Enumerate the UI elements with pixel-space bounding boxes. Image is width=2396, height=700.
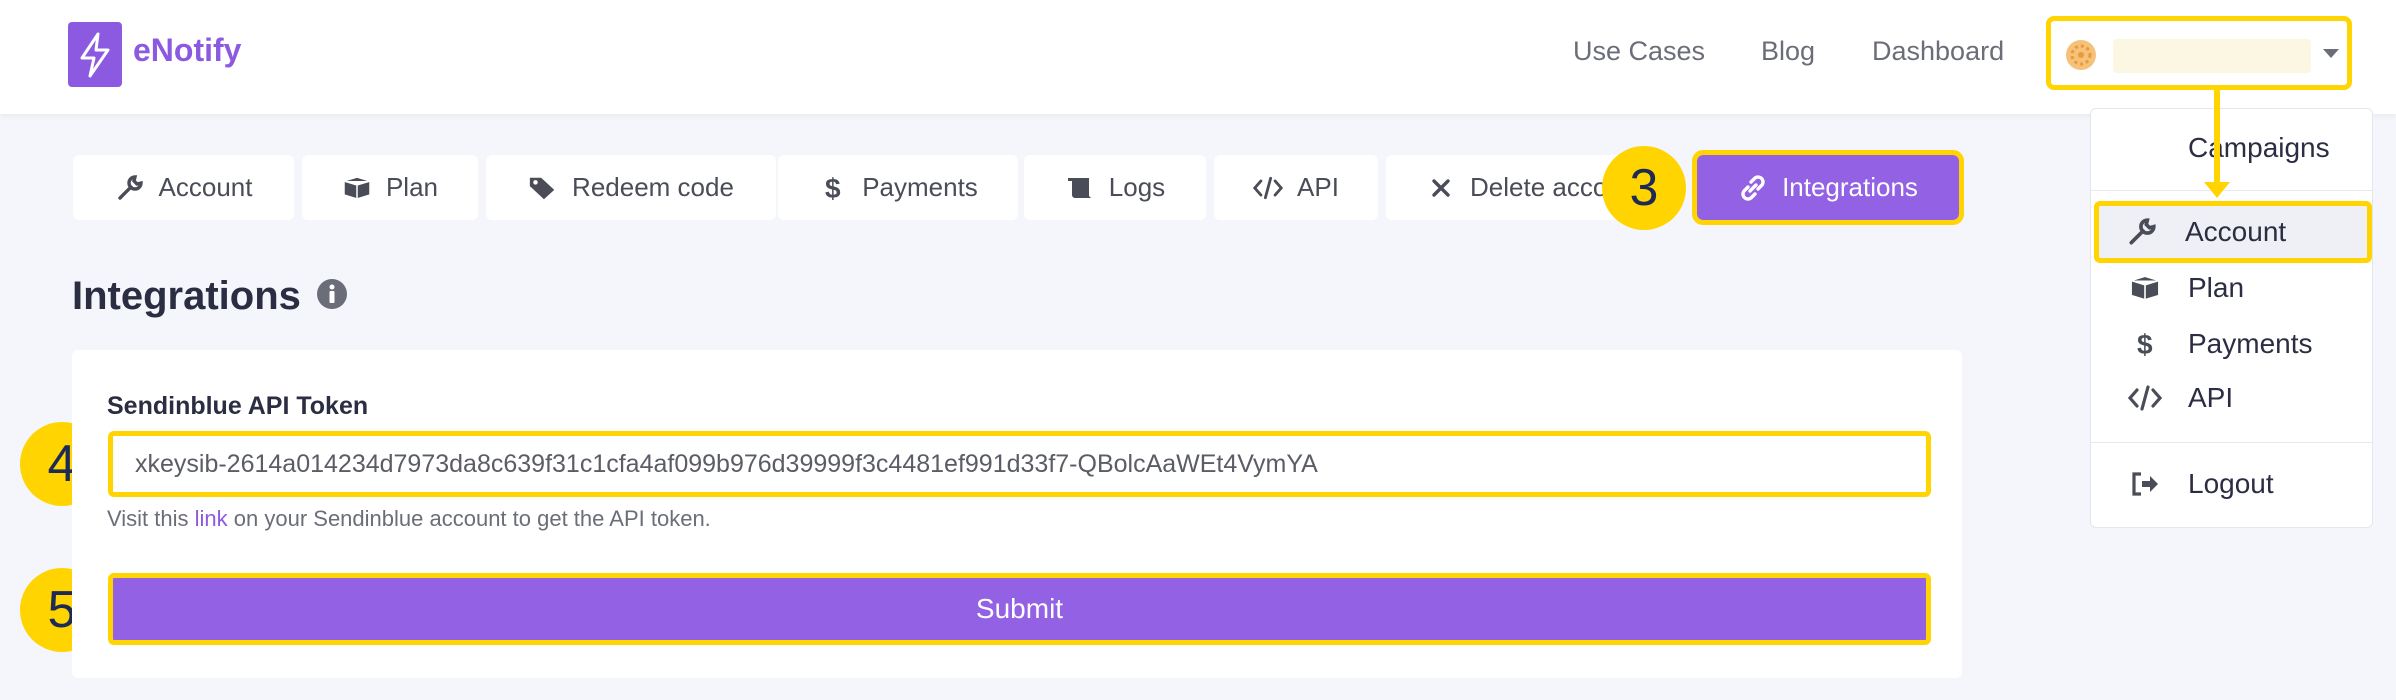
logout-icon (2128, 467, 2162, 501)
help-prefix: Visit this (107, 506, 189, 531)
dollar-icon: $ (2128, 327, 2162, 361)
tab-label: API (1297, 172, 1339, 202)
wrench-icon (115, 173, 145, 203)
dropdown-item-plan[interactable]: Plan (2098, 262, 2364, 314)
user-dropdown-toggle[interactable] (2046, 16, 2352, 90)
tab-label: Payments (862, 172, 978, 202)
api-token-input[interactable] (108, 431, 1931, 497)
tab-payments[interactable]: $ Payments (778, 155, 1018, 220)
brand-name[interactable]: eNotify (133, 32, 241, 69)
close-icon (1426, 173, 1456, 203)
help-suffix: on your Sendinblue account to get the AP… (233, 506, 711, 531)
tags-icon (528, 173, 558, 203)
help-link[interactable]: link (195, 506, 228, 531)
svg-text:$: $ (825, 173, 841, 203)
nav-link-blog[interactable]: Blog (1761, 36, 1815, 67)
code-icon (2128, 381, 2162, 415)
code-icon (1253, 173, 1284, 203)
nav-link-use-cases[interactable]: Use Cases (1573, 36, 1705, 67)
avatar-icon (2066, 40, 2096, 70)
top-navbar: eNotify Use Cases Blog Dashboard (0, 0, 2396, 114)
annotation-arrow-head (2204, 182, 2230, 198)
dropdown-item-api[interactable]: API (2098, 372, 2364, 424)
wrench-icon (2125, 215, 2159, 249)
dropdown-item-label: API (2188, 382, 2234, 413)
tab-account[interactable]: Account (73, 155, 294, 220)
dropdown-divider (2090, 190, 2373, 191)
dropdown-item-label: Account (2185, 216, 2287, 247)
page-title: Integrations (72, 274, 301, 318)
svg-text:$: $ (2137, 329, 2153, 359)
tab-logs[interactable]: Logs (1024, 155, 1206, 220)
annotation-arrow-line (2214, 90, 2220, 185)
bolt-logo-icon[interactable] (68, 22, 122, 87)
box-icon (2128, 271, 2162, 305)
help-text: Visit this link on your Sendinblue accou… (107, 506, 711, 532)
dropdown-item-payments[interactable]: $ Payments (2098, 318, 2364, 370)
caret-down-icon (2323, 49, 2339, 58)
tab-label: Plan (385, 172, 439, 202)
nav-link-dashboard[interactable]: Dashboard (1872, 36, 2004, 67)
dropdown-item-campaigns[interactable]: Campaigns (2098, 122, 2364, 174)
tab-label: Account (158, 172, 253, 202)
tab-label: Logs (1108, 172, 1166, 202)
info-icon[interactable] (316, 278, 348, 310)
dropdown-divider (2090, 442, 2373, 443)
dollar-icon: $ (818, 173, 848, 203)
dropdown-item-logout[interactable]: Logout (2098, 458, 2364, 510)
step-badge-3: 3 (1602, 146, 1686, 230)
dropdown-item-account[interactable]: Account (2094, 201, 2372, 263)
api-token-label: Sendinblue API Token (107, 392, 369, 420)
tab-redeem-code[interactable]: Redeem code (486, 155, 776, 220)
tab-label: Delete acco (1470, 172, 1608, 202)
tab-label: Integrations (1782, 172, 1918, 202)
scroll-icon (1065, 173, 1095, 203)
dropdown-item-label: Campaigns (2188, 132, 2330, 163)
tab-delete-account[interactable]: Delete acco (1386, 155, 1626, 220)
dropdown-item-label: Payments (2188, 328, 2313, 359)
link-icon (1738, 173, 1768, 203)
username-redacted (2113, 39, 2311, 73)
box-icon (342, 173, 372, 203)
tab-plan[interactable]: Plan (302, 155, 478, 220)
tab-integrations[interactable]: Integrations (1692, 150, 1964, 225)
dropdown-item-label: Logout (2188, 468, 2274, 499)
submit-button[interactable]: Submit (108, 573, 1931, 645)
tab-api[interactable]: API (1214, 155, 1378, 220)
tab-label: Redeem code (572, 172, 734, 202)
dropdown-item-label: Plan (2188, 272, 2245, 303)
